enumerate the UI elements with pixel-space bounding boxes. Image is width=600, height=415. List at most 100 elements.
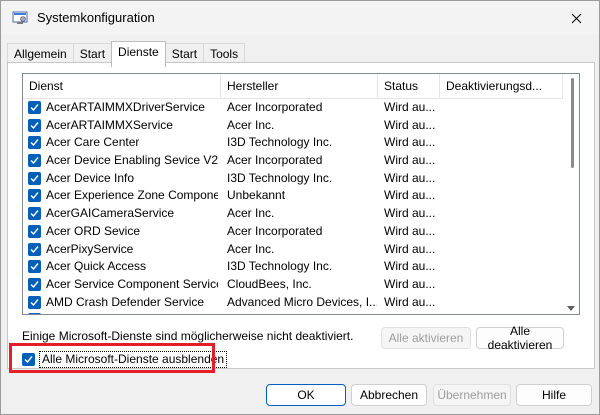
system-configuration-window: Systemkonfiguration Allgemein Start Dien… [0,0,600,415]
service-row[interactable]: Acer Service Component Service CloudBees,… [23,276,563,294]
service-status: Wird au... [384,153,436,168]
service-name: AMD Crash Defender Service [46,294,205,309]
msconfig-icon [12,10,28,26]
service-checkbox[interactable] [28,224,41,238]
service-vendor: Acer Inc. [227,206,275,221]
service-row[interactable]: AcerGAICameraService Acer Inc. Wird au... [23,205,563,223]
checkmark-icon [30,245,39,253]
service-row[interactable]: Acer Device Info I3D Technology Inc. Wird … [23,170,563,188]
service-name: AcerGAICameraService [46,206,175,221]
service-vendor: I3D Technology Inc. [227,170,333,185]
tab-strip: Allgemein Start Dienste Start Tools [7,41,246,67]
service-name: Acer Quick Access [46,259,147,274]
checkmark-icon [30,298,39,306]
service-status: Wird au... [384,311,439,314]
service-row[interactable]: AMD Crash Defender Service Advanced Micro… [23,294,563,312]
services-list[interactable]: Dienst Hersteller Status Deaktivierungsd… [22,73,580,315]
service-vendor: AMD [227,311,377,314]
checkmark-icon [30,227,39,235]
checkmark-icon [30,121,39,129]
service-name: AMD External Events Utility [46,311,218,314]
service-checkbox[interactable] [28,189,41,203]
service-name: Acer Experience Zone Compone... [46,188,218,203]
service-row[interactable]: Acer Quick Access I3D Technology Inc. Wird… [23,258,563,276]
service-checkbox[interactable] [28,313,41,314]
checkmark-icon [30,280,39,288]
service-name: Acer Service Component Service [46,276,218,291]
scroll-down-arrow-icon[interactable] [567,306,575,311]
column-header-hersteller[interactable]: Hersteller [221,74,378,98]
hide-microsoft-services-checkbox[interactable] [22,352,35,366]
service-status: Wird au... [384,100,436,114]
service-row[interactable]: AcerPixyService Acer Inc. Wird au... [23,241,563,259]
service-status: Wird au... [384,276,436,291]
service-vendor: I3D Technology Inc. [227,259,333,274]
list-header: Dienst Hersteller Status Deaktivierungsd… [23,74,563,99]
service-status: Wird au... [384,241,436,256]
title-bar: Systemkonfiguration [1,1,599,35]
service-name: Acer Device Info [46,170,135,185]
service-vendor: Acer Incorporated [227,100,323,114]
service-status: Wird au... [384,294,436,309]
service-checkbox[interactable] [28,242,41,256]
tab-label: Start [79,47,106,61]
service-vendor: Advanced Micro Devices, I... [227,294,377,309]
service-vendor: I3D Technology Inc. [227,135,333,150]
service-checkbox[interactable] [28,154,41,168]
service-vendor: Acer Inc. [227,117,275,132]
column-header-dienst[interactable]: Dienst [23,74,221,98]
service-row[interactable]: AMD External Events Utility AMD Wird au... [23,311,563,314]
service-status: Wird au... [384,117,436,132]
microsoft-services-note: Einige Microsoft-Dienste sind möglicherw… [22,329,354,343]
hide-microsoft-services-label: Alle Microsoft-Dienste ausblenden [39,350,228,368]
service-checkbox[interactable] [28,101,41,114]
checkmark-icon [30,174,39,182]
checkmark-icon [30,263,39,271]
service-checkbox[interactable] [28,207,41,221]
service-name: Acer Care Center [46,135,140,150]
vertical-scrollbar[interactable] [563,74,579,314]
enable-all-button[interactable]: Alle aktivieren [381,327,471,349]
service-row[interactable]: Acer Experience Zone Compone... Unbekannt… [23,187,563,205]
service-name: AcerARTAIMMXService [46,117,173,132]
service-checkbox[interactable] [28,295,41,309]
tab-dienste[interactable]: Dienste [111,41,166,67]
service-rows: AcerARTAIMMXDriverService Acer Incorporat… [23,99,563,314]
service-row[interactable]: Acer ORD Sevice Acer Incorporated Wird au.… [23,223,563,241]
apply-button[interactable]: Übernehmen [433,384,511,406]
service-vendor: Acer Incorporated [227,223,323,238]
ok-button[interactable]: OK [266,384,346,406]
window-title: Systemkonfiguration [37,10,155,25]
service-row[interactable]: Acer Device Enabling Sevice V2 Acer Incor… [23,152,563,170]
cancel-button[interactable]: Abbrechen [351,384,427,406]
service-status: Wird au... [384,135,436,150]
hide-microsoft-services-option[interactable]: Alle Microsoft-Dienste ausblenden [22,349,228,369]
service-name: Acer Device Enabling Sevice V2 [46,153,218,168]
disable-all-button[interactable]: Alle deaktivieren [476,324,564,352]
tab-label: Allgemein [14,47,67,61]
service-row[interactable]: Acer Care Center I3D Technology Inc. Wird … [23,134,563,152]
service-vendor: Acer Inc. [227,241,275,256]
service-status: Wird au... [384,259,436,274]
service-vendor: CloudBees, Inc. [227,276,312,291]
service-row[interactable]: AcerARTAIMMXDriverService Acer Incorporat… [23,99,563,117]
service-status: Wird au... [384,223,436,238]
column-header-status[interactable]: Status [378,74,440,98]
column-header-deaktivierungsdatum[interactable]: Deaktivierungsd... [440,74,563,98]
checkmark-icon [30,139,39,147]
service-vendor: Acer Incorporated [227,153,323,168]
service-checkbox[interactable] [28,171,41,185]
service-status: Wird au... [384,188,436,203]
service-checkbox[interactable] [28,118,41,132]
tab-label: Dienste [118,45,159,59]
service-status: Wird au... [384,206,436,221]
service-vendor: Unbekannt [227,188,286,203]
help-button[interactable]: Hilfe [516,384,592,406]
scroll-thumb[interactable] [571,78,574,168]
checkmark-icon [30,104,39,112]
service-checkbox[interactable] [28,277,41,291]
service-checkbox[interactable] [28,136,41,150]
close-button[interactable] [553,1,599,35]
service-checkbox[interactable] [28,260,41,274]
service-row[interactable]: AcerARTAIMMXService Acer Inc. Wird au... [23,117,563,135]
